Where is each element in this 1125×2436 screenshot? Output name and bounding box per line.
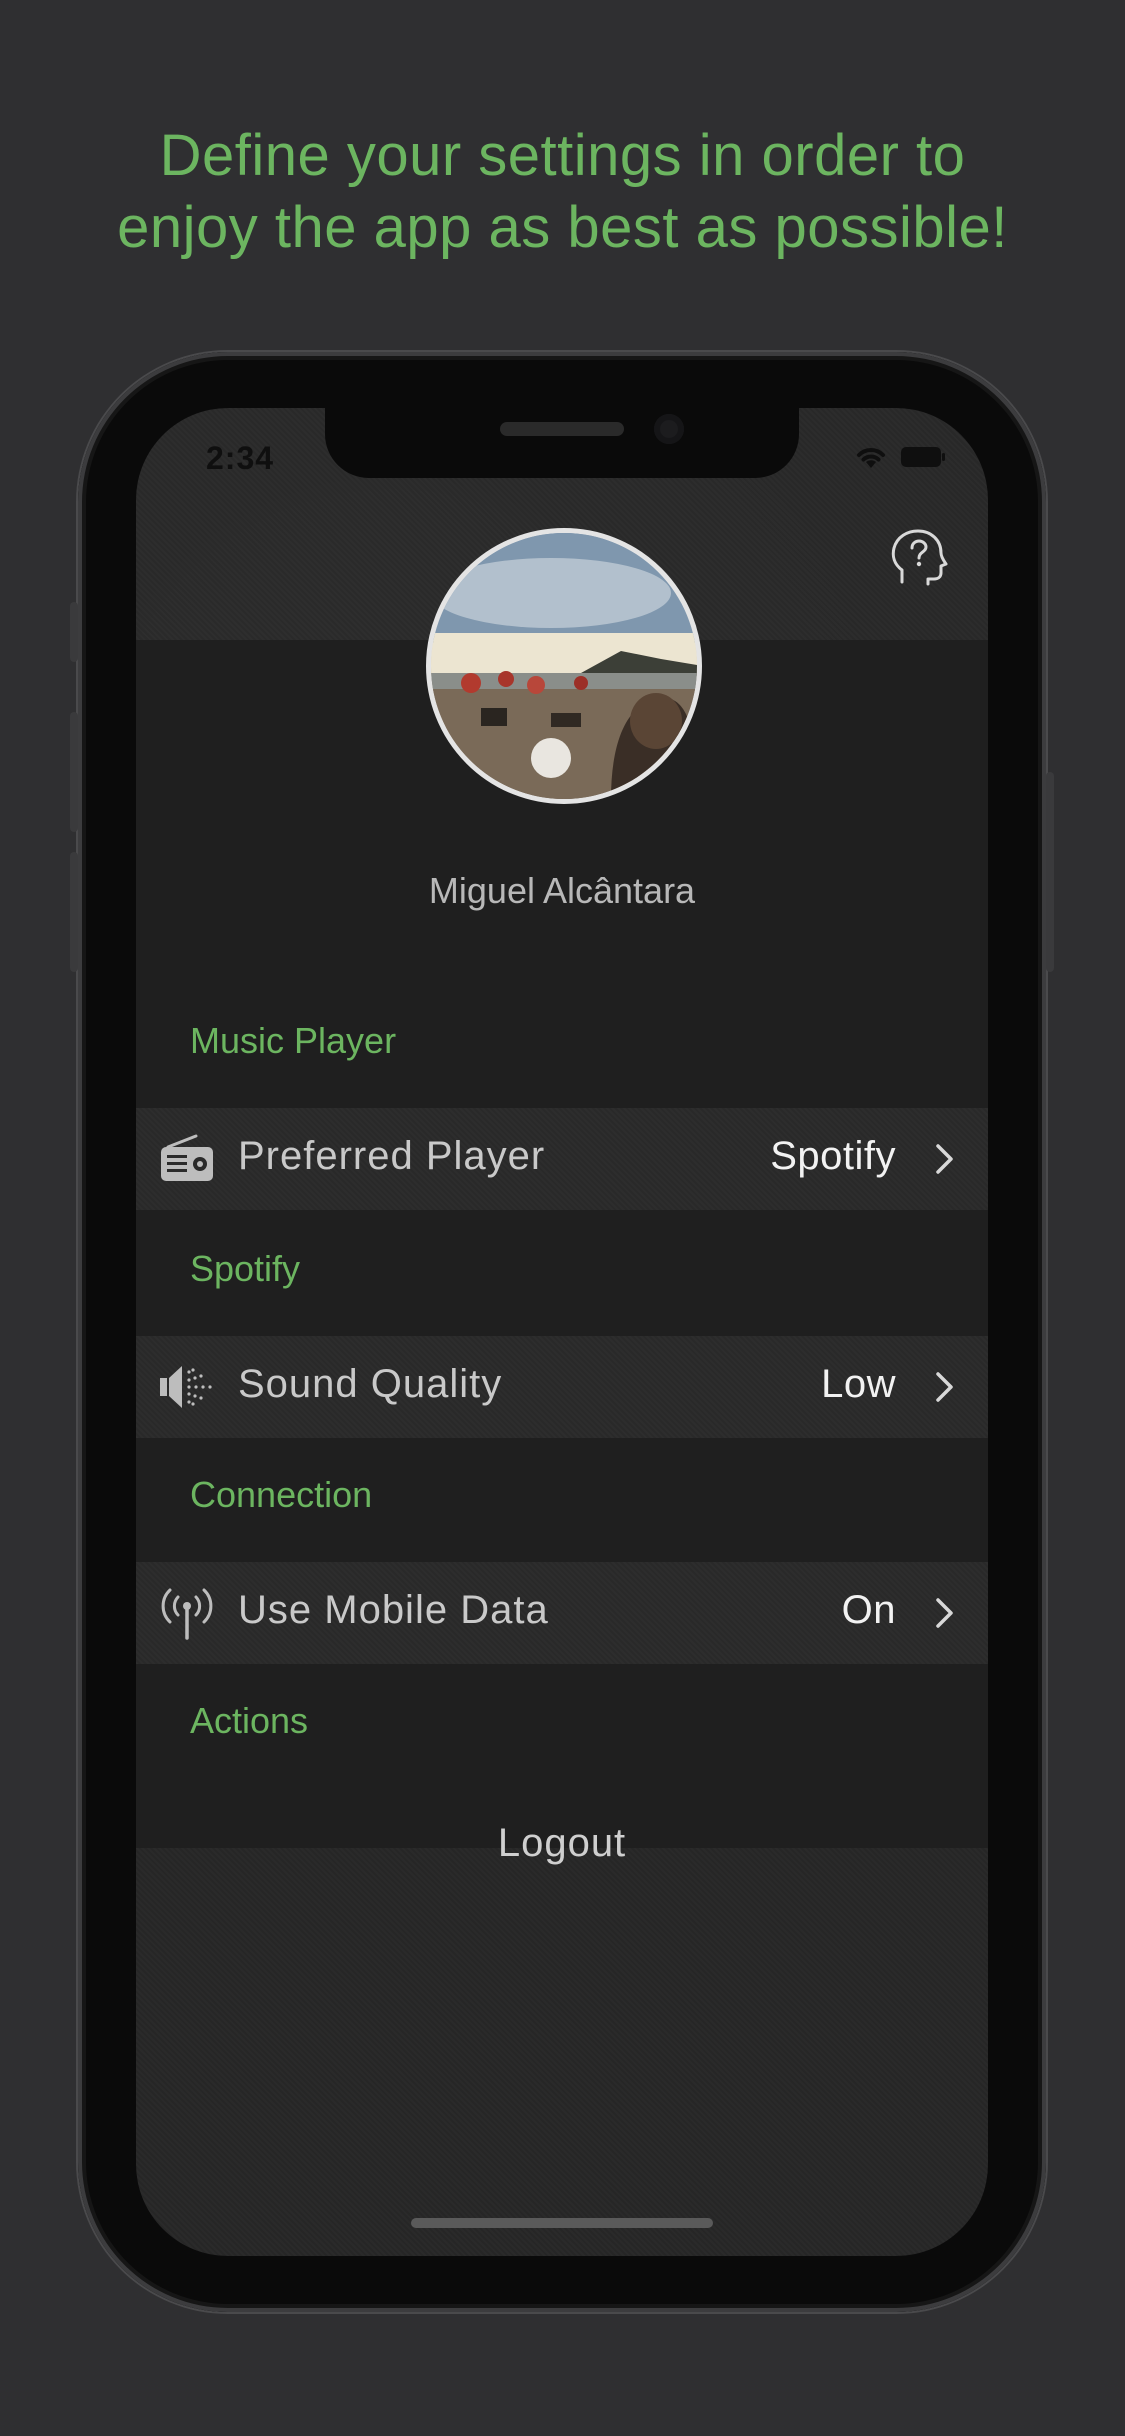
phone-frame: 2:34 Miguel Alcântara Music Player Prefe… xyxy=(70,352,1054,2312)
preferred-player-label: Preferred Player xyxy=(238,1134,546,1178)
promo-line-2: enjoy the app as best as possible! xyxy=(117,195,1008,260)
section-music-player-title: Music Player xyxy=(190,1020,397,1061)
chevron-right-icon xyxy=(932,1594,958,1632)
user-name: Miguel Alcântara xyxy=(428,870,696,911)
preferred-player-row[interactable]: Preferred Player Spotify xyxy=(136,1108,988,1210)
settings-panel xyxy=(136,640,988,1848)
section-connection-title: Connection xyxy=(190,1474,373,1515)
front-camera xyxy=(654,414,684,444)
sound-quality-label: Sound Quality xyxy=(238,1362,503,1406)
speaker-grille xyxy=(500,422,624,436)
head-question-icon xyxy=(891,529,948,586)
avatar-photo xyxy=(431,533,697,799)
sound-quality-row[interactable]: Sound Quality Low xyxy=(136,1336,988,1438)
sound-quality-value: Low xyxy=(821,1362,896,1406)
section-spotify-title: Spotify xyxy=(190,1248,301,1289)
avatar[interactable] xyxy=(426,528,702,804)
notch xyxy=(325,408,799,478)
antenna-icon xyxy=(158,1584,216,1642)
home-indicator[interactable] xyxy=(411,2218,713,2228)
chevron-right-icon xyxy=(932,1140,958,1178)
mobile-data-row[interactable]: Use Mobile Data On xyxy=(136,1562,988,1664)
radio-icon xyxy=(158,1130,216,1188)
promo-line-1: Define your settings in order to xyxy=(159,123,966,188)
promo-caption: Define your settings in order to enjoy t… xyxy=(0,120,1125,264)
speaker-icon xyxy=(158,1358,216,1416)
mobile-data-value: On xyxy=(841,1588,896,1632)
wifi-icon xyxy=(854,444,888,470)
help-button[interactable] xyxy=(886,526,948,588)
status-time: 2:34 xyxy=(206,440,275,476)
preferred-player-value: Spotify xyxy=(770,1134,896,1178)
side-button-silent xyxy=(70,602,78,662)
battery-icon xyxy=(900,445,946,469)
app-screen: 2:34 Miguel Alcântara Music Player Prefe… xyxy=(136,408,988,2256)
side-button-volume-down xyxy=(70,852,78,972)
chevron-right-icon xyxy=(932,1368,958,1406)
status-icons xyxy=(854,444,946,470)
section-actions-title: Actions xyxy=(190,1700,309,1741)
logout-button[interactable]: Logout xyxy=(136,1792,988,1894)
mobile-data-label: Use Mobile Data xyxy=(238,1588,549,1632)
side-button-power xyxy=(1046,772,1054,972)
side-button-volume-up xyxy=(70,712,78,832)
